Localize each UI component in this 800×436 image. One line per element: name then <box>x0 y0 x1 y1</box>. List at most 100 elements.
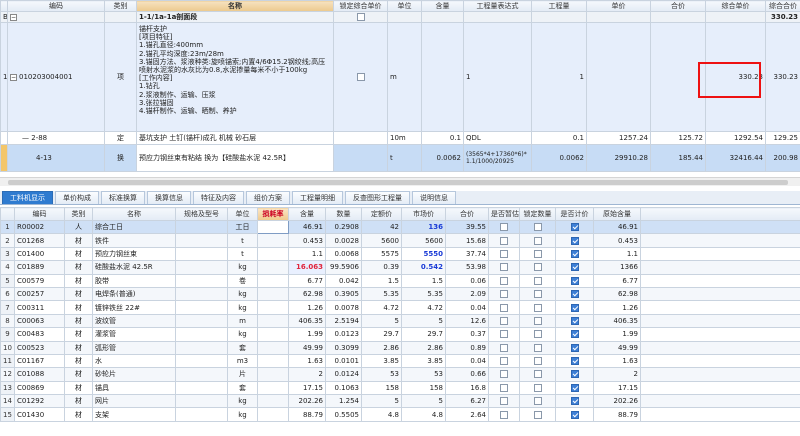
estimate-checkbox[interactable] <box>500 383 508 392</box>
resource-row[interactable]: 5 C00579 材胶带卷 6.77 0.042 1.5 1.5 0.06 6.77 <box>0 273 800 288</box>
res-col-code-header[interactable]: 编码 <box>14 207 65 221</box>
resource-row[interactable]: 15 C01430 材支架 kg 88.79 0.5505 4.8 4.8 2.64 88.79 <box>0 407 800 422</box>
resource-loss-rate[interactable] <box>257 340 289 355</box>
resource-row[interactable]: 7 C00311 材镀锌铁丝 22# kg 1.26 0.0078 4.72 4.72 0.04… <box>0 300 800 315</box>
section-row[interactable]: B3 − 1-1/1a-1a剖面段 330.23 <box>0 11 800 23</box>
resource-loss-rate[interactable] <box>257 273 289 288</box>
col-comp-price-header[interactable]: 综合单价 <box>705 0 766 12</box>
resource-content[interactable]: 17.15 <box>288 380 326 396</box>
resource-row[interactable]: 13 C00869 材锚具套 17.15 0.1063 158 158 16.8 17.15 <box>0 380 800 396</box>
tab-standard-conversion[interactable]: 标准换算 <box>101 191 145 204</box>
resource-loss-rate[interactable] <box>257 300 289 315</box>
resource-row[interactable]: 4 C01889 材硅酸盐水泥 42.5R kg 16.063 99.5906 0.39 0.… <box>0 260 800 275</box>
item-lock-checkbox[interactable] <box>356 73 365 81</box>
lock-qty-checkbox[interactable] <box>533 276 542 285</box>
scrollbar-thumb[interactable] <box>8 180 788 185</box>
estimate-checkbox[interactable] <box>500 370 508 379</box>
tab-notes[interactable]: 说明信息 <box>412 191 456 204</box>
col-type-header[interactable]: 类别 <box>104 0 137 12</box>
resource-loss-rate[interactable] <box>257 260 289 275</box>
priced-checkbox[interactable] <box>570 357 579 366</box>
lock-qty-checkbox[interactable] <box>533 383 542 392</box>
estimate-checkbox[interactable] <box>500 397 508 406</box>
lock-qty-checkbox[interactable] <box>533 249 542 258</box>
resource-row[interactable]: 9 C00483 材灌浆管 kg 1.99 0.0123 29.7 29.7 0.37 1.99 <box>0 327 800 342</box>
resource-row[interactable]: 10 C00523 材弧形管套 49.99 0.3099 2.86 2.86 0.89 49.9… <box>0 340 800 355</box>
resource-market-price[interactable]: 3.85 <box>401 353 446 369</box>
resource-loss-rate[interactable] <box>257 367 289 382</box>
col-content-header[interactable]: 含量 <box>421 0 464 12</box>
priced-checkbox[interactable] <box>570 249 579 258</box>
estimate-checkbox[interactable] <box>500 303 508 312</box>
selected-quota-row[interactable]: 4-13 换 预应力钢丝束有粘结 换为【硅酸盐水泥 42.5R】 t 0.006… <box>0 144 800 172</box>
collapse-icon[interactable]: − <box>10 73 17 81</box>
priced-checkbox[interactable] <box>570 263 579 272</box>
res-col-priced-header[interactable]: 是否计价 <box>555 207 594 221</box>
estimate-checkbox[interactable] <box>500 276 508 285</box>
priced-checkbox[interactable] <box>570 343 579 352</box>
sel-quota-qty-expr[interactable]: (3565*4+17360*6)*1.1/1000/20925 <box>463 144 532 172</box>
priced-checkbox[interactable] <box>570 276 579 285</box>
tab-pricing-plan[interactable]: 组价方案 <box>246 191 290 204</box>
resource-content[interactable]: 1.99 <box>288 327 326 342</box>
resource-market-price[interactable]: 4.8 <box>401 407 446 422</box>
priced-checkbox[interactable] <box>570 236 579 245</box>
resource-loss-rate[interactable] <box>257 219 289 235</box>
resource-loss-rate[interactable] <box>257 380 289 396</box>
resource-loss-rate[interactable] <box>257 327 289 342</box>
col-price-header[interactable]: 单价 <box>586 0 651 12</box>
res-col-estimate-header[interactable]: 是否暂估 <box>488 207 520 221</box>
resource-row[interactable]: 11 C01167 材水 m3 1.63 0.0101 3.85 3.85 0.04 1.63 <box>0 353 800 369</box>
estimate-checkbox[interactable] <box>500 263 508 272</box>
res-col-spec-header[interactable]: 规格及型号 <box>175 207 228 221</box>
lock-qty-checkbox[interactable] <box>533 410 542 419</box>
resource-market-price[interactable]: 29.7 <box>401 327 446 342</box>
tab-quantity-detail[interactable]: 工程量明细 <box>292 191 343 204</box>
item-qty-expr[interactable]: 1 <box>463 22 532 132</box>
resource-loss-rate[interactable] <box>257 353 289 369</box>
resource-market-price[interactable]: 136 <box>401 219 446 235</box>
priced-checkbox[interactable] <box>570 290 579 299</box>
res-col-qty-header[interactable]: 数量 <box>325 207 362 221</box>
res-col-unit-header[interactable]: 单位 <box>227 207 258 221</box>
res-col-name-header[interactable]: 名称 <box>92 207 176 221</box>
res-col-loss-header[interactable]: 损耗率 <box>257 207 289 221</box>
resource-market-price[interactable]: 5 <box>401 313 446 329</box>
lock-qty-checkbox[interactable] <box>533 303 542 312</box>
col-total-header[interactable]: 合价 <box>650 0 706 12</box>
resource-loss-rate[interactable] <box>257 313 289 329</box>
lock-qty-checkbox[interactable] <box>533 236 542 245</box>
sel-quota-name[interactable]: 预应力钢丝束有粘结 换为【硅酸盐水泥 42.5R】 <box>136 144 334 172</box>
lock-qty-checkbox[interactable] <box>533 223 542 232</box>
resource-loss-rate[interactable] <box>257 233 289 248</box>
resource-content[interactable]: 2 <box>288 367 326 382</box>
resource-market-price[interactable]: 53 <box>401 367 446 382</box>
resource-content[interactable]: 0.453 <box>288 233 326 248</box>
estimate-checkbox[interactable] <box>500 410 508 419</box>
resource-loss-rate[interactable] <box>257 407 289 422</box>
resource-market-price[interactable]: 1.5 <box>401 273 446 288</box>
col-qty-expr-header[interactable]: 工程量表达式 <box>463 0 532 12</box>
quota-row[interactable]: — 2-88 定 基坑支护 土钉(锚杆)成孔 机械 砂石层 10m 0.1 QD… <box>0 131 800 145</box>
resource-row[interactable]: 14 C01292 材网片 kg 202.26 1.254 5 5 6.27 202.26 <box>0 394 800 409</box>
lock-qty-checkbox[interactable] <box>533 263 542 272</box>
tab-conversion-info[interactable]: 换算信息 <box>147 191 191 204</box>
collapse-icon[interactable]: − <box>10 13 17 21</box>
priced-checkbox[interactable] <box>570 316 579 325</box>
resource-content[interactable]: 62.98 <box>288 286 326 302</box>
lock-qty-checkbox[interactable] <box>533 343 542 352</box>
resource-content[interactable]: 1.1 <box>288 246 326 262</box>
res-col-lock-header[interactable]: 锁定数量 <box>519 207 556 221</box>
lock-qty-checkbox[interactable] <box>533 316 542 325</box>
tab-price-composition[interactable]: 单价构成 <box>55 191 99 204</box>
estimate-checkbox[interactable] <box>500 236 508 245</box>
resource-content[interactable]: 88.79 <box>288 407 326 422</box>
section-lock-checkbox[interactable] <box>356 13 365 21</box>
lock-qty-checkbox[interactable] <box>533 397 542 406</box>
col-qty-header[interactable]: 工程量 <box>531 0 587 12</box>
priced-checkbox[interactable] <box>570 303 579 312</box>
col-code-header[interactable]: 编码 <box>7 0 105 12</box>
resource-content[interactable]: 16.063 <box>288 260 326 275</box>
resource-market-price[interactable]: 5.35 <box>401 286 446 302</box>
tab-features[interactable]: 特征及内容 <box>193 191 244 204</box>
